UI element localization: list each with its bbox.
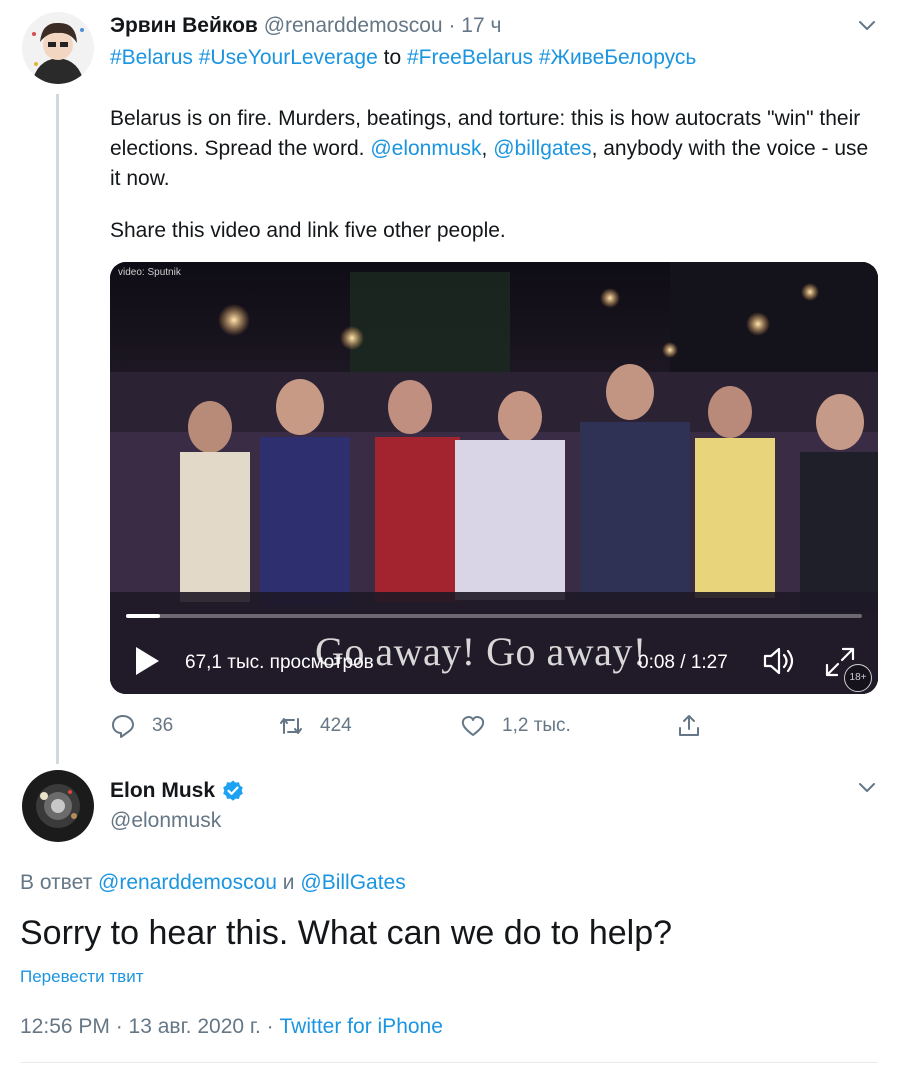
like-count: 1,2 тыс. [502, 715, 571, 736]
tweet-source-link[interactable]: Twitter for iPhone [280, 1015, 443, 1038]
reply-author-handle[interactable]: @elonmusk [110, 809, 221, 833]
hashtag-link[interactable]: #ЖивеБелорусь [539, 46, 696, 69]
tweet-share-line: Share this video and link five other peo… [110, 219, 506, 242]
reply-context-prefix: В ответ [20, 871, 99, 894]
reply-author-name-row: Elon Musk [110, 779, 245, 803]
reply-context-user[interactable]: @BillGates [300, 871, 405, 894]
video-player[interactable]: video: Sputnik Go away! Go away! 67,1 ты… [110, 262, 878, 694]
hashtag-link[interactable]: #Belarus [110, 46, 193, 69]
author-handle[interactable]: @renarddemoscou [264, 14, 443, 37]
video-credit: video: Sputnik [118, 267, 181, 278]
reply-text: Sorry to hear this. What can we do to he… [20, 914, 673, 952]
reply-context-and: и [276, 871, 301, 894]
volume-icon[interactable] [762, 646, 798, 676]
chevron-down-icon[interactable] [856, 776, 878, 798]
retweet-button[interactable]: 424 [278, 712, 352, 740]
tweet-meta: 12:56 PM · 13 авг. 2020 г. · Twitter for… [20, 1015, 443, 1039]
author-name[interactable]: Эрвин Вейков [110, 14, 258, 37]
hashtag-connector: to [383, 46, 402, 69]
share-button[interactable] [676, 712, 702, 740]
reply-context: В ответ @renarddemoscou и @BillGates [20, 871, 406, 895]
reply-button[interactable]: 36 [110, 712, 173, 740]
like-button[interactable]: 1,2 тыс. [460, 712, 571, 740]
mention-link[interactable]: @billgates [493, 137, 591, 160]
reply-icon [112, 715, 134, 738]
reply-author-avatar[interactable] [22, 770, 94, 842]
video-view-count: 67,1 тыс. просмотров [185, 652, 374, 673]
verified-badge-icon [223, 780, 243, 801]
author-avatar[interactable] [22, 12, 94, 84]
chevron-down-icon[interactable] [856, 14, 878, 36]
tweet-timestamp[interactable]: 12:56 PM · 13 авг. 2020 г. · [20, 1015, 280, 1038]
reply-context-user[interactable]: @renarddemoscou [98, 871, 277, 894]
share-icon [679, 715, 699, 736]
divider [20, 1062, 878, 1063]
retweet-count: 424 [320, 715, 352, 736]
play-icon[interactable] [134, 646, 160, 676]
translate-tweet-link[interactable]: Перевести твит [20, 967, 143, 987]
tweet-time[interactable]: 17 ч [461, 14, 501, 37]
retweet-icon [280, 718, 302, 734]
mention-link[interactable]: @elonmusk [370, 137, 481, 160]
hashtag-link[interactable]: #UseYourLeverage [199, 46, 378, 69]
hashtag-link[interactable]: #FreeBelarus [407, 46, 533, 69]
tweet-header: Эрвин Вейков @renarddemoscou · 17 ч [110, 14, 501, 38]
thread-line [56, 94, 59, 764]
header-separator: · [442, 14, 462, 37]
reply-count: 36 [152, 715, 174, 736]
heart-icon [461, 716, 485, 736]
tweet-text-part: , [481, 137, 494, 160]
video-timecode: 0:08 / 1:27 [638, 652, 728, 673]
age-rating-badge: 18+ [844, 664, 872, 692]
video-progress-track[interactable] [126, 614, 862, 618]
tweet-text: Belarus is on fire. Murders, beatings, a… [110, 104, 880, 194]
hashtag-line: #Belarus #UseYourLeverage to #FreeBelaru… [110, 46, 696, 70]
video-progress-fill [126, 614, 160, 618]
reply-author-name[interactable]: Elon Musk [110, 779, 215, 803]
